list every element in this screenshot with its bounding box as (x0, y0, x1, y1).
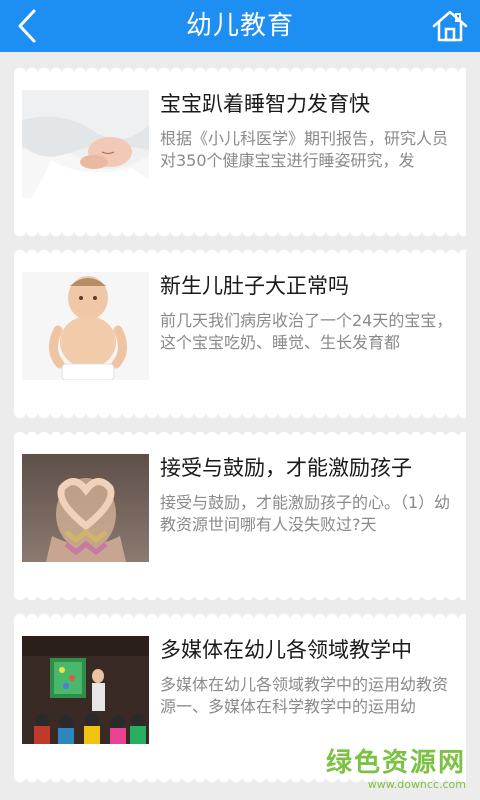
article-card[interactable]: 多媒体在幼儿各领域教学中 多媒体在幼儿各领域教学中的运用幼教资源一、多媒体在科学… (14, 610, 466, 786)
article-title: 多媒体在幼儿各领域教学中 (160, 638, 412, 662)
article-list: 宝宝趴着睡智力发育快 根据《小儿科医学》期刊报告，研究人员对350个健康宝宝进行… (0, 52, 480, 800)
page-title: 幼儿教育 (185, 11, 294, 41)
article-card[interactable]: 接受与鼓励，才能激励孩子 接受与鼓励，才能激励孩子的心。（1）幼教资源世间哪有人… (14, 428, 466, 604)
article-thumbnail (22, 272, 149, 380)
article-summary: 多媒体在幼儿各领域教学中的运用幼教资源一、多媒体在科学教学中的运用幼 (160, 675, 449, 716)
heart-hands-image (22, 454, 149, 562)
classroom-image (22, 636, 149, 744)
home-button[interactable] (430, 6, 470, 46)
sleeping-baby-image (22, 90, 149, 198)
article-title: 宝宝趴着睡智力发育快 (160, 92, 370, 116)
article-thumbnail (22, 636, 149, 744)
article-summary: 根据《小儿科医学》期刊报告，研究人员对350个健康宝宝进行睡姿研究，发 (160, 129, 449, 170)
article-card[interactable]: 新生儿肚子大正常吗 前几天我们病房收治了一个24天的宝宝，这个宝宝吃奶、睡觉、生… (14, 246, 466, 422)
baby-belly-image (22, 272, 149, 380)
article-summary: 前几天我们病房收治了一个24天的宝宝，这个宝宝吃奶、睡觉、生长发育都 (160, 311, 453, 352)
article-card[interactable]: 宝宝趴着睡智力发育快 根据《小儿科医学》期刊报告，研究人员对350个健康宝宝进行… (14, 64, 466, 240)
home-icon (432, 10, 468, 42)
article-title: 新生儿肚子大正常吗 (160, 274, 349, 298)
article-thumbnail (22, 454, 149, 562)
article-title: 接受与鼓励，才能激励孩子 (160, 456, 412, 480)
article-thumbnail (22, 90, 149, 198)
app-header: 幼儿教育 (0, 0, 480, 52)
article-summary: 接受与鼓励，才能激励孩子的心。（1）幼教资源世间哪有人没失败过?天 (160, 493, 451, 534)
